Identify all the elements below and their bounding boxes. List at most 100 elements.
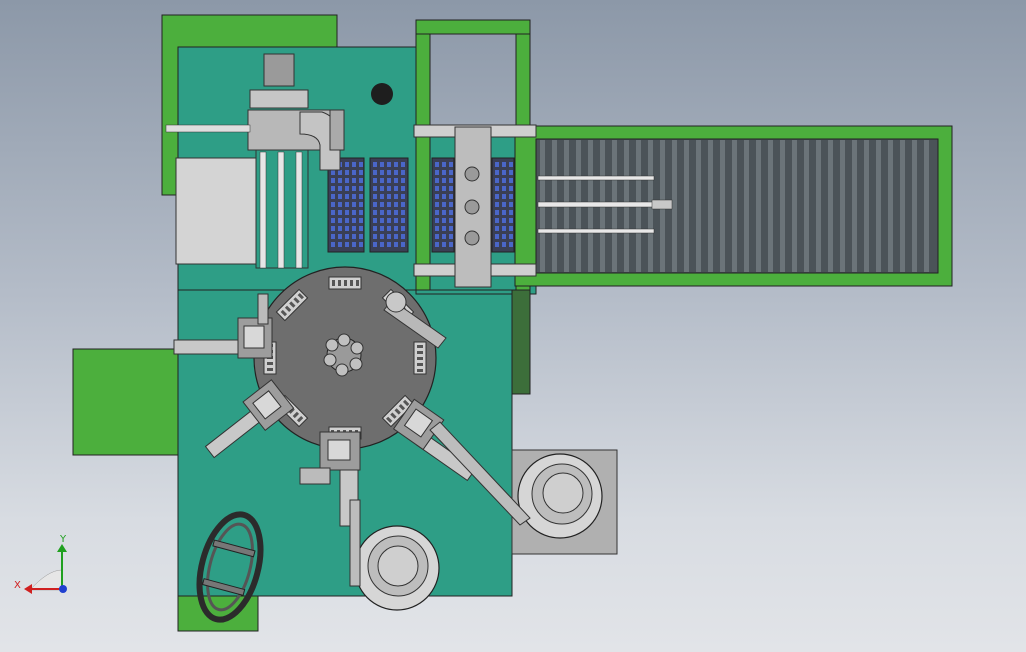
tray-part [345, 202, 349, 207]
tray-part [387, 202, 391, 207]
tray-part [442, 218, 446, 223]
tray-part [442, 178, 446, 183]
tray-part [352, 234, 356, 239]
tray-part [509, 218, 513, 223]
tray-part [345, 194, 349, 199]
tray-part [345, 162, 349, 167]
axis-triad: Y X [14, 534, 67, 594]
belt-slat [876, 140, 881, 272]
tray-part [331, 234, 335, 239]
tray-part [387, 162, 391, 167]
tray-part [509, 162, 513, 167]
tray-part [359, 210, 363, 215]
tray-part [331, 170, 335, 175]
tray-part [331, 194, 335, 199]
tray-part [373, 210, 377, 215]
tray-part [502, 178, 506, 183]
hole-dark [371, 83, 393, 105]
tray-part [502, 226, 506, 231]
tray-part [380, 202, 384, 207]
tray-part [380, 242, 384, 247]
tray-part [380, 226, 384, 231]
tray-part [449, 194, 453, 199]
tray-part [401, 234, 405, 239]
cad-viewport[interactable]: Y X [0, 0, 1026, 652]
tray-part [373, 170, 377, 175]
bowl-feeder-right-core [542, 472, 584, 514]
belt-slat [852, 140, 857, 272]
tray-part [449, 210, 453, 215]
tray-part [495, 170, 499, 175]
tray-part [401, 202, 405, 207]
tray-part [495, 186, 499, 191]
tray-part [495, 242, 499, 247]
tray-part [435, 194, 439, 199]
tray-part [509, 242, 513, 247]
tray-part [394, 178, 398, 183]
machine-model-view[interactable]: Y X [0, 0, 1026, 652]
tray-part [359, 218, 363, 223]
tray-part [345, 178, 349, 183]
tray-part [394, 186, 398, 191]
swing-arm-pivot [385, 291, 407, 313]
tray-part [435, 226, 439, 231]
tray-part [449, 186, 453, 191]
tray-part [380, 162, 384, 167]
triad-x-label: X [14, 580, 21, 591]
tray-part [359, 170, 363, 175]
tray-part [394, 234, 398, 239]
belt-slat [696, 140, 701, 272]
tray-part [394, 202, 398, 207]
tray-part [401, 162, 405, 167]
tray-part [338, 178, 342, 183]
carriage-roller-2 [464, 199, 480, 215]
belt-slat [672, 140, 677, 272]
tray-part [509, 210, 513, 215]
tray-part [331, 178, 335, 183]
belt-slat [912, 140, 917, 272]
belt-slat [768, 140, 773, 272]
belt-slat [792, 140, 797, 272]
push-rod-1 [537, 175, 655, 181]
tray-part [449, 234, 453, 239]
tray-part [435, 242, 439, 247]
tray-part [401, 178, 405, 183]
tray-part [502, 242, 506, 247]
tray-part [373, 194, 377, 199]
table-fixture [413, 341, 427, 375]
tray-part [495, 226, 499, 231]
table-fixture [328, 276, 362, 290]
tray-part [502, 202, 506, 207]
tray-part [442, 170, 446, 175]
tray-part [345, 170, 349, 175]
tray-part [345, 218, 349, 223]
triad-y-label: Y [59, 534, 67, 545]
tray-part [352, 226, 356, 231]
motor-mount [249, 89, 309, 109]
tray-part [495, 210, 499, 215]
tray-part [345, 242, 349, 247]
tray-part [338, 234, 342, 239]
tray-part [435, 170, 439, 175]
guide-rod-1 [259, 151, 267, 269]
tray-part [394, 218, 398, 223]
loading-plate [175, 157, 257, 265]
tray-part [352, 162, 356, 167]
tray-part [509, 178, 513, 183]
tray-part [373, 234, 377, 239]
guide-rod-3 [295, 151, 303, 269]
tray-part [449, 162, 453, 167]
tray-part [373, 202, 377, 207]
tray-part [359, 162, 363, 167]
belt-slat [816, 140, 821, 272]
tray-part [394, 242, 398, 247]
tray-part [387, 242, 391, 247]
tray-part [394, 226, 398, 231]
tray-part [338, 170, 342, 175]
tray-part [380, 170, 384, 175]
tray-part [449, 218, 453, 223]
tray-part [435, 162, 439, 167]
tray-part [387, 234, 391, 239]
tray-part [449, 170, 453, 175]
tray-part [394, 194, 398, 199]
